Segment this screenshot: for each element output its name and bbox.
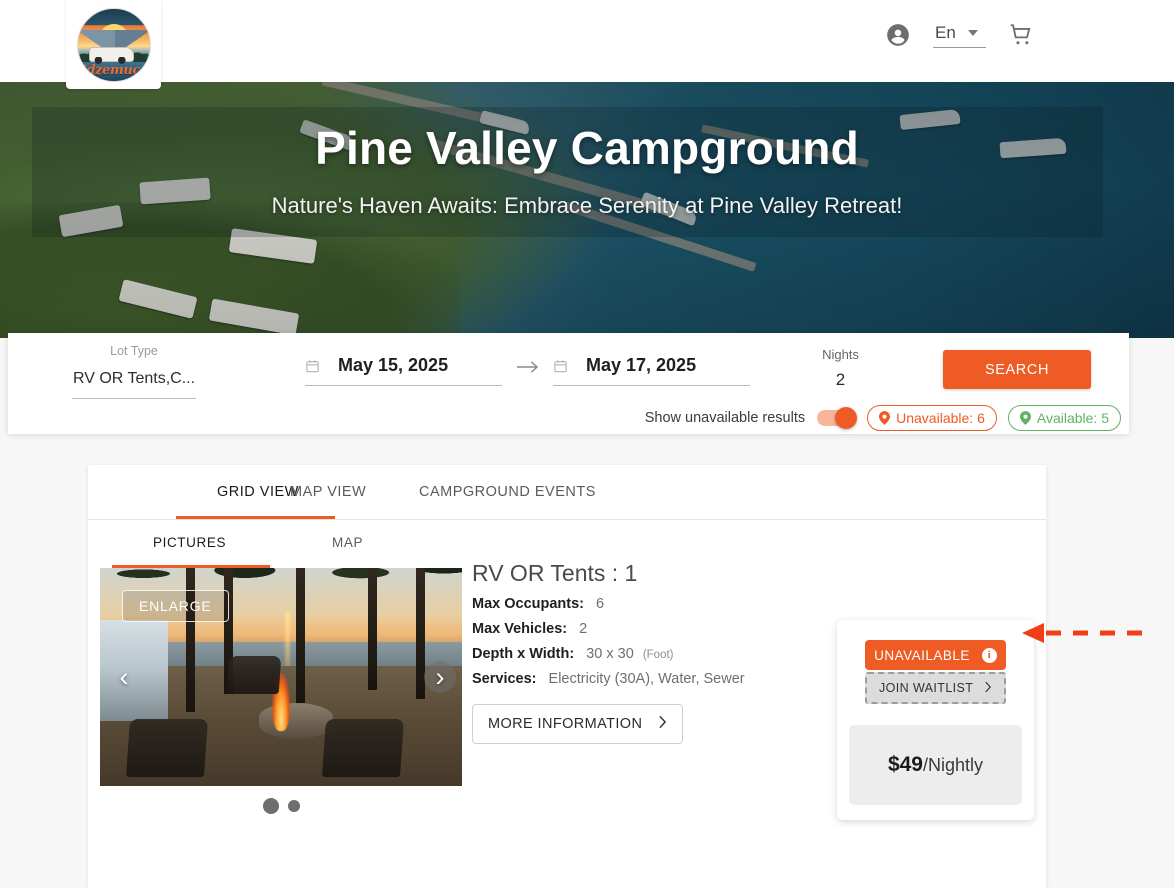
hero-banner: Pine Valley Campground Nature's Haven Aw… — [0, 82, 1174, 338]
logo-rv-shape — [89, 47, 134, 66]
price-box: $49 /Nightly — [849, 725, 1022, 805]
toggle-knob — [835, 407, 858, 429]
language-selector[interactable]: En — [933, 23, 986, 48]
spec-label: Max Vehicles: — [472, 621, 568, 637]
start-date-value: May 15, 2025 — [338, 355, 449, 375]
carousel-chair — [226, 656, 282, 695]
account-circle-icon[interactable] — [885, 22, 911, 48]
date-range-group: May 15, 2025 May 17, 2025 — [305, 355, 750, 386]
spec-label: Depth x Width: — [472, 646, 575, 662]
results-card: GRID VIEW MAP VIEW CAMPGROUND EVENTS PIC… — [88, 465, 1046, 888]
show-unavailable-toggle[interactable] — [817, 407, 858, 429]
logo-badge-icon: Sdzemuconwll — [76, 7, 151, 82]
spec-label: Services: — [472, 671, 537, 687]
spec-value: 2 — [579, 621, 588, 637]
search-bar: Lot Type RV OR Tents,C... May 15, 2025 M… — [8, 333, 1129, 434]
spec-unit: (Foot) — [642, 649, 674, 661]
status-badge[interactable]: UNAVAILABLE i — [865, 640, 1006, 670]
start-date-field[interactable]: May 15, 2025 — [305, 355, 502, 386]
nights-field: Nights 2 — [798, 347, 883, 390]
chevron-right-icon — [984, 681, 992, 696]
tab-campground-events[interactable]: CAMPGROUND EVENTS — [419, 484, 596, 500]
subtab-pictures[interactable]: PICTURES — [153, 535, 226, 550]
map-pin-icon — [879, 411, 891, 425]
language-underline — [933, 46, 986, 48]
carousel-chair — [125, 719, 209, 778]
start-date-underline — [305, 385, 502, 386]
availability-card: UNAVAILABLE i JOIN WAITLIST $49 /Nightly — [837, 620, 1034, 820]
carousel-next-button[interactable]: › — [424, 661, 456, 693]
available-count-text: Available: 5 — [1036, 410, 1109, 426]
view-tabs: GRID VIEW MAP VIEW CAMPGROUND EVENTS — [88, 465, 1046, 520]
more-information-button[interactable]: MORE INFORMATION — [472, 704, 684, 744]
image-carousel[interactable]: ENLARGE ‹ › — [100, 568, 462, 786]
join-waitlist-label: JOIN WAITLIST — [879, 681, 974, 695]
end-date-field[interactable]: May 17, 2025 — [553, 355, 750, 386]
media-subtabs: PICTURES MAP — [100, 528, 462, 568]
page-root: Sdzemuconwll En — [0, 0, 1174, 888]
lot-type-label: Lot Type — [110, 344, 158, 358]
map-pin-icon — [1019, 411, 1031, 425]
show-unavailable-label: Show unavailable results — [644, 410, 806, 426]
lot-title: RV OR Tents : 1 — [472, 560, 638, 586]
shopping-cart-icon[interactable] — [1008, 22, 1034, 48]
annotation-arrow — [1022, 622, 1144, 644]
language-label: En — [935, 22, 956, 42]
calendar-icon[interactable] — [305, 358, 320, 374]
available-count-badge[interactable]: Available: 5 — [1007, 405, 1121, 431]
end-date-value: May 17, 2025 — [586, 355, 697, 375]
carousel-firepit — [259, 703, 334, 740]
chevron-right-icon — [658, 715, 667, 733]
header-actions: En — [885, 22, 1034, 48]
end-date-underline — [553, 385, 750, 386]
carousel-chair — [321, 719, 405, 778]
spec-value: 6 — [596, 596, 605, 612]
site-logo[interactable]: Sdzemuconwll — [66, 0, 161, 89]
lot-type-value: RV OR Tents,C... — [72, 370, 196, 387]
search-bar-footer: Show unavailable results Unavailable: 6 … — [645, 405, 1121, 431]
hero-text-block: Pine Valley Campground Nature's Haven Aw… — [0, 82, 1174, 219]
price-amount: $49 — [887, 753, 923, 776]
info-circle-icon[interactable]: i — [981, 647, 997, 663]
nights-value: 2 — [835, 370, 846, 389]
nights-label: Nights — [822, 347, 859, 362]
hero-title: Pine Valley Campground — [315, 122, 859, 174]
lot-type-underline — [72, 398, 196, 399]
lot-type-field[interactable]: Lot Type RV OR Tents,C... — [72, 344, 196, 399]
more-information-label: MORE INFORMATION — [488, 716, 643, 732]
carousel-dot[interactable] — [287, 800, 300, 812]
unavailable-count-text: Unavailable: 6 — [896, 410, 985, 426]
search-button[interactable]: SEARCH — [943, 350, 1091, 389]
tab-map-view[interactable]: MAP VIEW — [290, 484, 366, 500]
arrow-right-icon — [516, 360, 539, 379]
logo-script-text: Sdzemuconwll — [77, 62, 150, 78]
enlarge-button[interactable]: ENLARGE — [122, 590, 229, 622]
status-badge-label: UNAVAILABLE — [874, 647, 970, 663]
subtab-map[interactable]: MAP — [332, 535, 363, 550]
join-waitlist-button[interactable]: JOIN WAITLIST — [865, 672, 1006, 704]
carousel-dot-active[interactable] — [262, 798, 279, 814]
hero-subtitle: Nature's Haven Awaits: Embrace Serenity … — [271, 193, 903, 218]
carousel-tree — [368, 568, 377, 691]
tab-grid-view[interactable]: GRID VIEW — [217, 484, 299, 500]
spec-value: Electricity (30A), Water, Sewer — [548, 671, 745, 687]
price-unit: /Nightly — [923, 754, 984, 775]
calendar-icon[interactable] — [553, 358, 568, 374]
spec-value: 30 x 30 — [586, 646, 634, 662]
spec-row-max-occupants: Max Occupants: 6 — [472, 596, 902, 612]
carousel-prev-button[interactable]: ‹ — [108, 661, 140, 693]
carousel-dots — [100, 798, 462, 814]
unavailable-count-badge[interactable]: Unavailable: 6 — [867, 405, 997, 431]
spec-label: Max Occupants: — [472, 596, 584, 612]
chevron-down-icon — [967, 29, 978, 36]
active-tab-indicator — [176, 516, 335, 519]
site-header: Sdzemuconwll En — [0, 0, 1174, 89]
carousel-tree — [296, 568, 305, 704]
